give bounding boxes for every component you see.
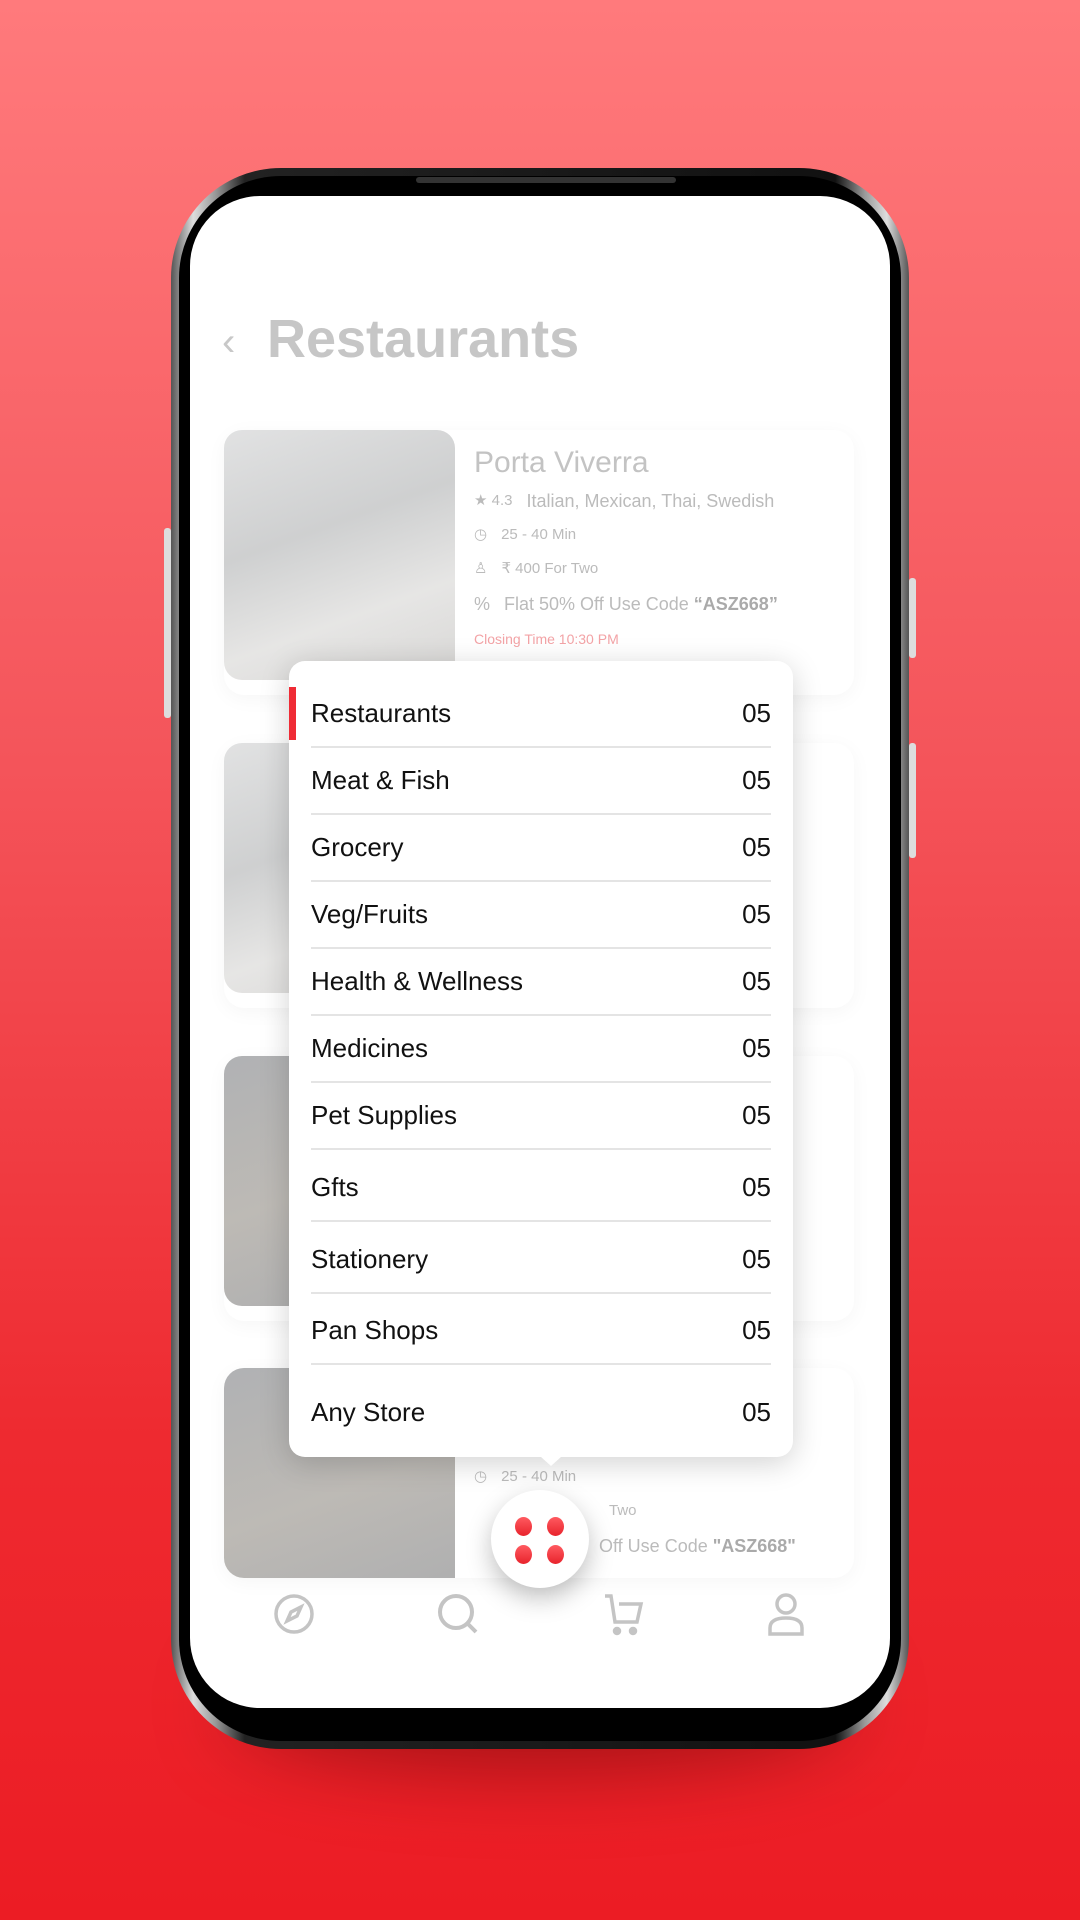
closing-time: Closing Time 10:30 PM [474,631,619,647]
menu-item-label: Veg/Fruits [311,899,429,929]
clock-icon: ◷ [474,1468,488,1485]
menu-item[interactable]: Medicines 05 [311,1016,771,1083]
menu-item[interactable]: Grocery 05 [311,815,771,882]
menu-item-label: Grocery [311,832,404,862]
search-icon[interactable] [434,1590,482,1638]
price: Two [609,1502,637,1519]
menu-item[interactable]: Veg/Fruits 05 [311,882,771,949]
screen: ‹ Restaurants Porta Viverra ★ 4.3 Italian… [190,196,890,1708]
restaurant-card[interactable]: Porta Viverra ★ 4.3 Italian, Mexican, Tha… [224,430,854,695]
compass-icon[interactable] [270,1590,318,1638]
menu-item-label: Restaurants [311,698,452,728]
menu-item-label: Stationery [311,1244,429,1274]
price: ₹ 400 For Two [501,560,599,577]
cuisines: Italian, Mexican, Thai, Swedish [526,491,775,511]
menu-item-count: 05 [742,1315,771,1345]
header: ‹ Restaurants [190,308,790,378]
menu-item[interactable]: Pan Shops 05 [311,1298,771,1365]
delivery-time: 25 - 40 Min [501,526,577,543]
menu-item-label: Any Store [311,1397,426,1427]
menu-item[interactable]: Stationery 05 [311,1227,771,1294]
menu-item[interactable]: Restaurants 05 [311,681,771,748]
delivery-time: 25 - 40 Min [501,1468,577,1485]
menu-item[interactable]: Gfts 05 [311,1155,771,1222]
offer-icon: % [474,594,491,614]
speaker-notch [416,177,676,183]
phone-frame: ‹ Restaurants Porta Viverra ★ 4.3 Italian… [164,168,916,1749]
restaurant-image [224,430,455,680]
menu-item-count: 05 [742,1100,771,1130]
menu-item-label: Pan Shops [311,1315,439,1345]
popup-tail [541,1457,561,1466]
menu-item-label: Meat & Fish [311,765,450,795]
menu-item[interactable]: Any Store 05 [311,1379,771,1446]
menu-item-count: 05 [742,832,771,862]
menu-item-label: Pet Supplies [311,1100,457,1130]
side-button [909,743,916,858]
menu-item-count: 05 [742,698,771,728]
side-button [909,578,916,658]
menu-item-count: 05 [742,765,771,795]
offer: Flat 50% Off Use Code “ASZ668” [504,594,778,614]
side-button [164,528,171,718]
grid-dots-icon[interactable] [491,1490,589,1588]
price-icon: ♙ [474,560,488,577]
menu-item[interactable]: Health & Wellness 05 [311,949,771,1016]
cart-icon[interactable] [599,1590,647,1638]
menu-item[interactable]: Meat & Fish 05 [311,748,771,815]
page-title: Restaurants [267,309,580,369]
active-indicator [289,687,296,740]
clock-icon: ◷ [474,526,488,543]
restaurant-name: Porta Viverra [474,446,649,479]
category-menu: Restaurants 05 Meat & Fish 05 Grocery 05 Veg/F… [289,661,793,1466]
offer: Off Use Code "ASZ668" [599,1536,796,1556]
menu-item-label: Medicines [311,1033,429,1063]
menu-item-count: 05 [742,899,771,929]
menu-item-label: Health & Wellness [311,966,523,996]
rating-badge: ★ 4.3 [474,492,513,509]
menu-item-count: 05 [742,1033,771,1063]
menu-item-count: 05 [742,1397,771,1427]
menu-item-count: 05 [742,1172,771,1202]
menu-item-label: Gfts [311,1172,359,1202]
profile-icon[interactable] [762,1590,810,1638]
menu-item[interactable]: Pet Supplies 05 [311,1083,771,1150]
menu-item-count: 05 [742,1244,771,1274]
menu-item-count: 05 [742,966,771,996]
chevron-left-icon[interactable]: ‹ [222,320,235,365]
